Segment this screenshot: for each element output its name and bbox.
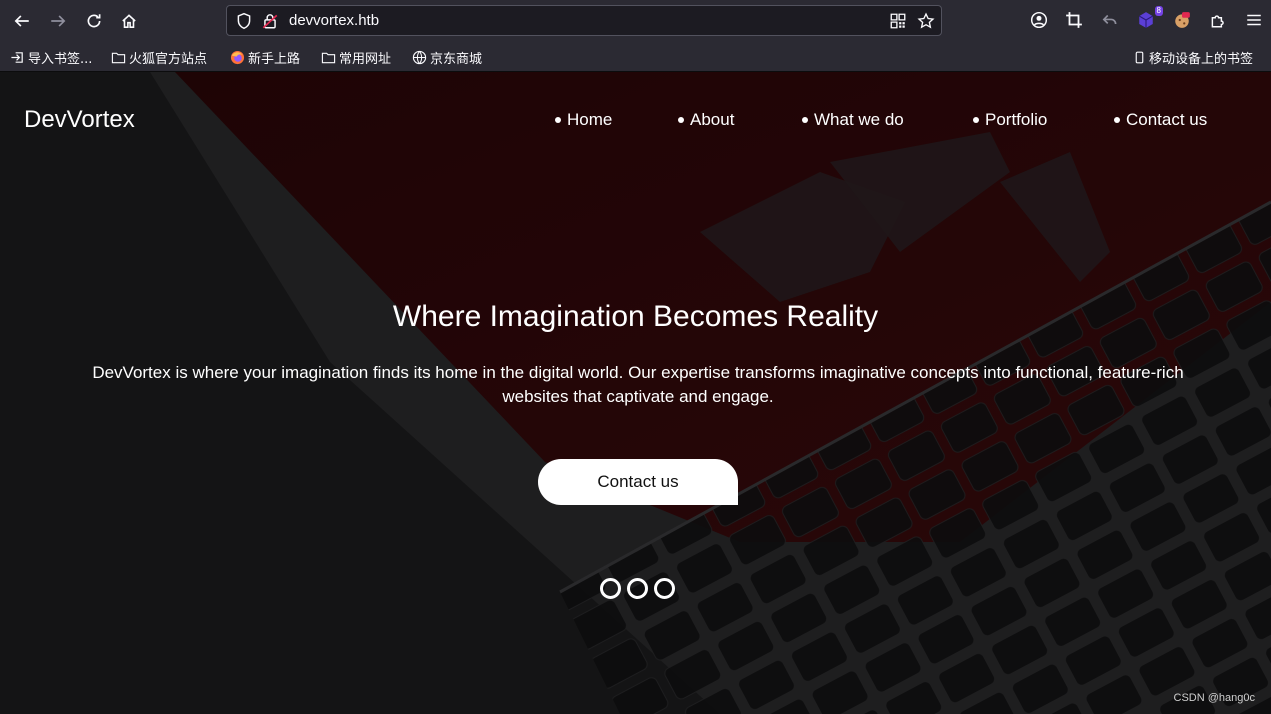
bookmarks-toolbar: 导入书签... 火狐官方站点 新手上路 常用网址 京东商城 移动设备上的书签 bbox=[0, 41, 1271, 72]
forward-button[interactable] bbox=[43, 6, 73, 36]
url-bar[interactable]: devvortex.htb bbox=[226, 5, 942, 36]
puzzle-icon bbox=[1211, 15, 1224, 28]
bookmark-common-sites[interactable]: 常用网址 bbox=[321, 47, 391, 67]
import-icon bbox=[11, 51, 23, 63]
reload-button[interactable] bbox=[79, 6, 109, 36]
contact-us-button[interactable]: Contact us bbox=[538, 459, 738, 505]
mobile-bookmarks[interactable]: 移动设备上的书签 bbox=[1133, 47, 1253, 67]
arrow-left-icon bbox=[14, 15, 29, 27]
nav-what-we-do[interactable]: What we do bbox=[802, 110, 904, 130]
carousel-indicator[interactable] bbox=[600, 578, 621, 599]
bullet-icon bbox=[678, 117, 684, 123]
bookmark-star-icon[interactable] bbox=[917, 12, 935, 30]
folder-icon bbox=[111, 52, 126, 63]
bullet-icon bbox=[973, 117, 979, 123]
globe-icon bbox=[412, 50, 427, 64]
shield-icon[interactable] bbox=[235, 12, 253, 30]
bookmark-getting-started[interactable]: 新手上路 bbox=[230, 47, 300, 67]
nav-about[interactable]: About bbox=[678, 110, 734, 130]
hero-description: DevVortex is where your imagination find… bbox=[92, 363, 1184, 406]
watermark: CSDN @hang0c bbox=[1173, 692, 1255, 704]
arrow-right-icon bbox=[51, 15, 66, 27]
site-brand[interactable]: DevVortex bbox=[24, 106, 135, 134]
page-viewport: DevVortex Home About What we do Portfoli… bbox=[0, 72, 1271, 714]
bullet-icon bbox=[1114, 117, 1120, 123]
extensions-button[interactable] bbox=[1207, 9, 1229, 31]
nav-contact-us[interactable]: Contact us bbox=[1114, 110, 1207, 130]
reload-icon bbox=[87, 14, 101, 28]
home-icon bbox=[122, 14, 136, 28]
account-button[interactable] bbox=[1028, 9, 1050, 31]
extension-cookie-button[interactable] bbox=[1171, 9, 1193, 31]
browser-toolbar: devvortex.htb 8 bbox=[0, 0, 1271, 41]
account-icon bbox=[1030, 11, 1048, 29]
undo-icon bbox=[1102, 14, 1117, 25]
mobile-device-icon bbox=[1135, 51, 1144, 63]
nav-home[interactable]: Home bbox=[555, 110, 612, 130]
bullet-icon bbox=[802, 117, 808, 123]
firefox-icon bbox=[230, 50, 245, 64]
insecure-lock-icon[interactable] bbox=[261, 12, 279, 30]
bookmark-jd[interactable]: 京东商城 bbox=[412, 47, 482, 67]
url-text[interactable]: devvortex.htb bbox=[289, 12, 379, 29]
extension-badge: 8 bbox=[1154, 6, 1163, 16]
menu-button[interactable] bbox=[1243, 9, 1265, 31]
bullet-icon bbox=[555, 117, 561, 123]
carousel-indicator[interactable] bbox=[627, 578, 648, 599]
crop-icon bbox=[1066, 12, 1082, 28]
undo-button[interactable] bbox=[1099, 9, 1121, 31]
carousel-indicators bbox=[600, 578, 675, 599]
hero-title: Where Imagination Becomes Reality bbox=[392, 300, 879, 333]
carousel-indicator[interactable] bbox=[654, 578, 675, 599]
qr-code-icon[interactable] bbox=[889, 12, 907, 30]
folder-icon bbox=[321, 52, 336, 63]
bookmark-import[interactable]: 导入书签... bbox=[10, 47, 92, 67]
cookie-icon bbox=[1175, 12, 1190, 28]
screenshot-button[interactable] bbox=[1063, 9, 1085, 31]
extension-cube-icon bbox=[1138, 12, 1154, 28]
bookmark-firefox-site[interactable]: 火狐官方站点 bbox=[111, 47, 207, 67]
extension-hackbar-button[interactable]: 8 bbox=[1135, 6, 1163, 31]
home-button[interactable] bbox=[114, 6, 144, 36]
nav-portfolio[interactable]: Portfolio bbox=[973, 110, 1047, 130]
back-button[interactable] bbox=[7, 6, 37, 36]
hamburger-menu-icon bbox=[1247, 14, 1261, 26]
